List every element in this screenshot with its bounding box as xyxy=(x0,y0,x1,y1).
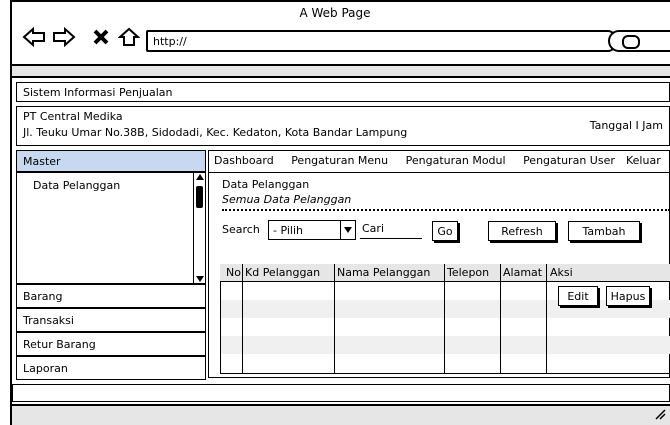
tambah-button[interactable]: Tambah xyxy=(568,221,640,241)
scroll-down-icon[interactable] xyxy=(196,276,204,282)
column-divider xyxy=(500,264,501,374)
column-divider xyxy=(546,264,547,374)
hapus-button[interactable]: Hapus xyxy=(606,286,650,306)
filter-select[interactable]: - Pilih xyxy=(268,220,356,240)
sidebar-item-data-pelanggan[interactable]: Data Pelanggan xyxy=(33,179,120,192)
page-subtitle: Semua Data Pelanggan xyxy=(222,193,352,206)
status-bar xyxy=(12,384,670,402)
column-header-no: No xyxy=(226,266,241,279)
column-header-telepon: Telepon xyxy=(447,266,490,279)
column-header-aksi: Aksi xyxy=(550,266,573,279)
table-row xyxy=(221,300,670,318)
sidebar-item-retur-barang[interactable]: Retur Barang xyxy=(16,332,206,356)
dotted-divider xyxy=(222,209,670,211)
sidebar-scrollbar[interactable] xyxy=(193,172,206,284)
sidebar-item-barang[interactable]: Barang xyxy=(16,284,206,308)
column-header-nama-pelanggan: Nama Pelanggan xyxy=(337,266,431,279)
back-icon[interactable] xyxy=(22,26,46,50)
sidebar-item-transaksi[interactable]: Transaksi xyxy=(16,308,206,332)
window-title: A Web Page xyxy=(299,6,371,20)
sidebar-submenu: Data Pelanggan xyxy=(16,172,206,284)
toolbar-separator xyxy=(12,64,670,78)
cari-input[interactable] xyxy=(360,238,422,239)
menu-pengaturan-modul[interactable]: Pengaturan Modul xyxy=(406,154,506,167)
top-menu: Dashboard Pengaturan Menu Pengaturan Mod… xyxy=(214,154,661,167)
page-title: Data Pelanggan xyxy=(222,178,310,191)
search-label: Search xyxy=(222,223,260,236)
filter-select-value: - Pilih xyxy=(273,224,303,237)
address-bar[interactable]: http:// xyxy=(146,30,616,52)
column-divider xyxy=(242,264,243,374)
date-time-label: Tanggal I Jam xyxy=(589,119,663,132)
refresh-button[interactable]: Refresh xyxy=(488,221,556,241)
menu-divider xyxy=(208,172,670,173)
app-title: Sistem Informasi Penjualan xyxy=(16,82,670,102)
column-divider xyxy=(444,264,445,374)
menu-pengaturan-menu[interactable]: Pengaturan Menu xyxy=(291,154,388,167)
cari-label: Cari xyxy=(362,222,384,235)
home-icon[interactable] xyxy=(117,27,141,50)
menu-keluar[interactable]: Keluar xyxy=(626,154,661,167)
forward-icon[interactable] xyxy=(52,26,76,50)
browser-bottom-bar xyxy=(12,404,670,425)
go-button[interactable]: Go xyxy=(432,221,458,241)
scroll-up-icon[interactable] xyxy=(196,174,204,180)
edit-button[interactable]: Edit xyxy=(558,286,598,306)
chevron-down-icon[interactable] xyxy=(340,221,355,239)
sidebar-item-master[interactable]: Master xyxy=(16,150,206,172)
browser-search[interactable] xyxy=(608,30,670,52)
menu-pengaturan-user[interactable]: Pengaturan User xyxy=(523,154,615,167)
column-header-kd-pelanggan: Kd Pelanggan xyxy=(245,266,321,279)
column-divider xyxy=(334,264,335,374)
company-name: PT Central Medika xyxy=(23,110,123,123)
menu-dashboard[interactable]: Dashboard xyxy=(214,154,274,167)
column-header-alamat: Alamat xyxy=(503,266,543,279)
close-icon[interactable] xyxy=(92,27,110,50)
company-address: Jl. Teuku Umar No.38B, Sidodadi, Kec. Ke… xyxy=(23,126,408,139)
scroll-thumb[interactable] xyxy=(196,186,203,208)
company-header: PT Central Medika Jl. Teuku Umar No.38B,… xyxy=(16,106,670,146)
search-icon xyxy=(622,35,640,49)
sidebar-item-laporan[interactable]: Laporan xyxy=(16,356,206,380)
table-row xyxy=(221,336,670,354)
resize-handle-icon[interactable] xyxy=(654,408,666,423)
